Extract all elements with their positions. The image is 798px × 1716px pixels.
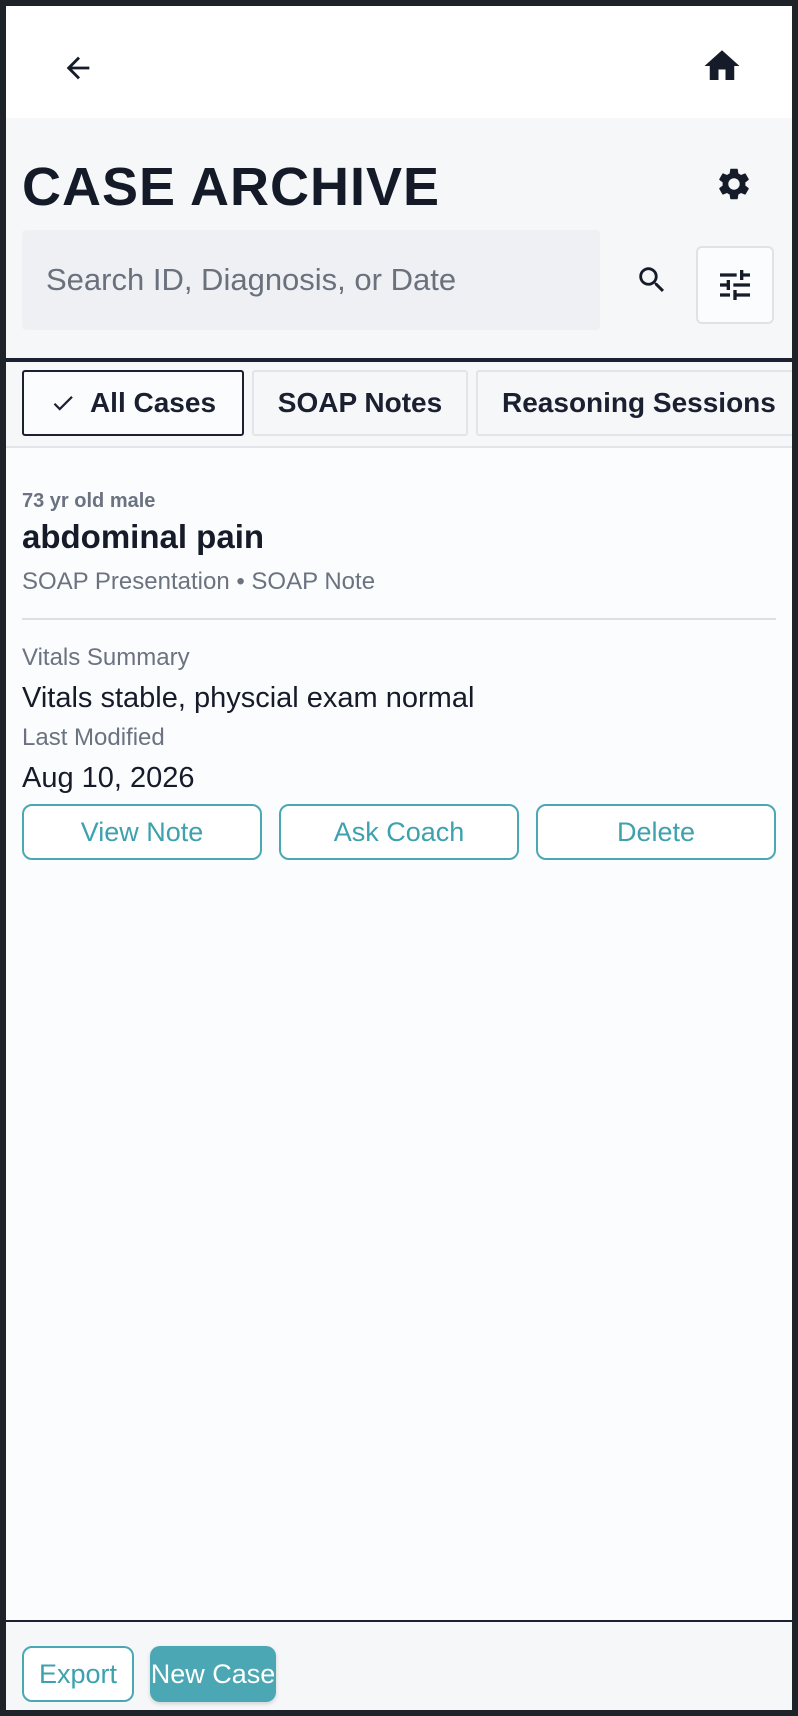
home-icon[interactable]: [700, 44, 744, 88]
new-case-button[interactable]: New Case: [150, 1646, 276, 1702]
patient-demographics: 73 yr old male: [22, 490, 156, 512]
checkmark-icon: [50, 390, 76, 416]
search-input[interactable]: [22, 230, 600, 330]
tab-label: All Cases: [89, 387, 217, 418]
vitals-label: Vitals Summary: [22, 644, 190, 671]
delete-button[interactable]: Delete: [536, 804, 776, 860]
vitals-value: Vitals stable, physcial exam normal: [22, 682, 475, 714]
tab-soap-notes[interactable]: SOAP Notes: [252, 370, 468, 436]
top-bar: [6, 6, 792, 118]
archive-header: CASE ARCHIVE: [6, 118, 792, 362]
modified-label: Last Modified: [22, 724, 165, 751]
tab-label: SOAP Notes: [277, 387, 443, 418]
ask-coach-button[interactable]: Ask Coach: [279, 804, 519, 860]
tab-all-cases[interactable]: All Cases: [22, 370, 244, 436]
tab-label: Reasoning Sessions: [502, 387, 776, 418]
sliders-icon[interactable]: [696, 246, 774, 324]
search-icon[interactable]: [630, 258, 674, 302]
case-type: SOAP Presentation • SOAP Note: [22, 568, 376, 595]
gear-icon[interactable]: [712, 162, 756, 206]
footer-bar: Export New Case: [6, 1620, 792, 1710]
export-button[interactable]: Export: [22, 1646, 134, 1702]
modified-value: Aug 10, 2026: [22, 762, 195, 794]
app-screen: CASE ARCHIVE All Cases SOAP Notes Reason…: [6, 6, 792, 1710]
tab-reasoning-sessions[interactable]: Reasoning Sessions: [476, 370, 792, 436]
divider: [22, 618, 776, 620]
chief-complaint[interactable]: abdominal pain: [22, 518, 264, 556]
case-actions: View Note Ask Coach Delete: [22, 804, 776, 860]
page-title: CASE ARCHIVE: [22, 157, 441, 217]
arrow-left-icon[interactable]: [56, 46, 100, 90]
filter-tabs: All Cases SOAP Notes Reasoning Sessions: [6, 362, 792, 448]
view-note-button[interactable]: View Note: [22, 804, 262, 860]
